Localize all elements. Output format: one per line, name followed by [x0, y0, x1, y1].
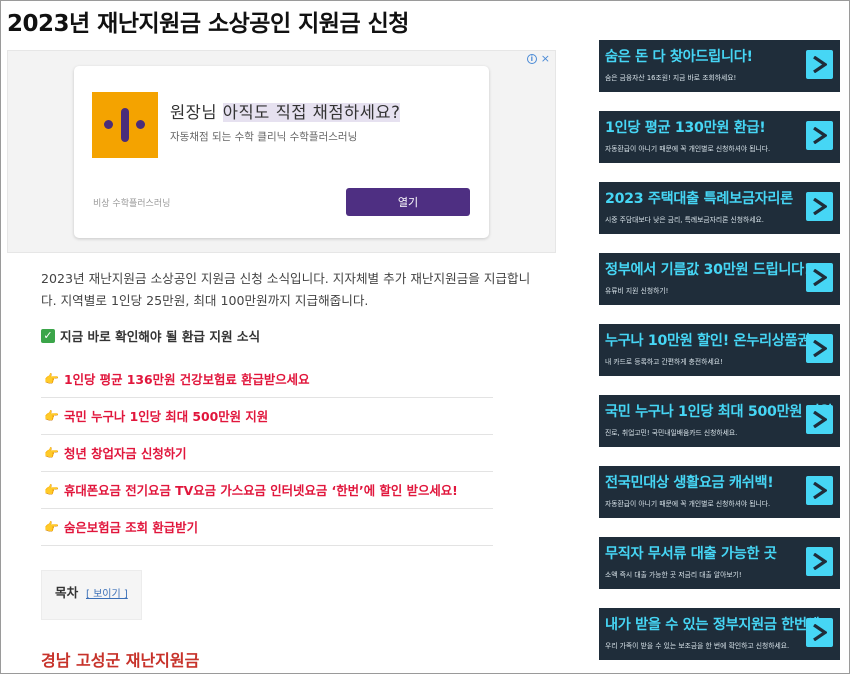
link-youth-startup[interactable]: 청년 창업자금 신청하기	[64, 444, 187, 462]
list-item: 👉 청년 창업자금 신청하기	[41, 435, 493, 472]
arrow-right-icon[interactable]	[806, 334, 833, 363]
app-logo-icon[interactable]	[92, 92, 158, 158]
arrow-right-icon[interactable]	[806, 263, 833, 292]
banner-subtitle: 소액 즉시 대출 가능한 곳 저금리 대출 알아보기!	[605, 571, 742, 579]
banner-title: 정부에서 기름값 30만원 드립니다!	[605, 262, 811, 278]
logo-bar	[121, 108, 129, 142]
ad-headline-pre: 원장님	[170, 103, 223, 122]
pointing-hand-icon: 👉	[44, 446, 59, 460]
ad-headline-highlight: 아직도 직접 채점하세요?	[222, 103, 401, 122]
page-title: 2023년 재난지원금 소상공인 지원금 신청	[7, 11, 409, 37]
arrow-right-icon[interactable]	[806, 50, 833, 79]
banner-subtitle: 유류비 지원 신청하기!	[605, 287, 669, 295]
link-bill-discount[interactable]: 휴대폰요금 전기요금 TV요금 가스요금 인터넷요금 ‘한번’에 할인 받으세요…	[64, 481, 458, 499]
banner-ad[interactable]: 내가 받을 수 있는 정부지원금 한번에! 우리 가족이 받을 수 있는 보조금…	[599, 608, 840, 660]
banner-ad[interactable]: 2023 주택대출 특례보금자리론 시중 주담대보다 낮은 금리, 특례보금자리…	[599, 182, 840, 234]
ad-close-icon[interactable]: ×	[541, 52, 550, 65]
logo-dot-left	[104, 120, 113, 129]
list-item: 👉 1인당 평균 136만원 건강보험료 환급받으세요	[41, 361, 493, 398]
banner-title: 국민 누구나 1인당 최대 500만원 지원	[605, 404, 833, 420]
banner-title: 내가 받을 수 있는 정부지원금 한번에!	[605, 617, 826, 633]
banner-title: 무직자 무서류 대출 가능한 곳	[605, 546, 777, 562]
banner-ad[interactable]: 무직자 무서류 대출 가능한 곳 소액 즉시 대출 가능한 곳 저금리 대출 알…	[599, 537, 840, 589]
arrow-right-icon[interactable]	[806, 618, 833, 647]
arrow-right-icon[interactable]	[806, 547, 833, 576]
banner-subtitle: 시중 주담대보다 낮은 금리, 특례보금자리론 신청하세요.	[605, 216, 764, 224]
arrow-right-icon[interactable]	[806, 192, 833, 221]
banner-subtitle: 우리 가족이 받을 수 있는 보조금을 한 번에 확인하고 신청하세요.	[605, 642, 790, 650]
ad-info-icon[interactable]: i	[526, 53, 537, 64]
arrow-right-icon[interactable]	[806, 121, 833, 150]
banner-subtitle: 내 카드로 등록하고 간편하게 충전하세요!	[605, 358, 723, 366]
toc-title: 목차	[55, 585, 79, 600]
ad-subtitle: 자동채점 되는 수학 클리닉 수학플러스러닝	[170, 131, 358, 143]
banner-title: 전국민대상 생활요금 캐쉬백!	[605, 475, 774, 491]
banner-ad[interactable]: 누구나 10만원 할인! 온누리상품권 내 카드로 등록하고 간편하게 충전하세…	[599, 324, 840, 376]
link-health-insurance-refund[interactable]: 1인당 평균 136만원 건강보험료 환급받으세요	[64, 370, 310, 388]
ad-advertiser[interactable]: 비상 수학플러스러닝	[93, 196, 170, 209]
section-heading: 경남 고성군 재난지원금	[41, 651, 200, 670]
notice-heading: ✓ 지금 바로 확인해야 될 환급 지원 소식	[41, 326, 260, 345]
list-item: 👉 휴대폰요금 전기요금 TV요금 가스요금 인터넷요금 ‘한번’에 할인 받으세…	[41, 472, 493, 509]
banner-ad[interactable]: 숨은 돈 다 찾아드립니다! 숨은 금융자산 16조원! 지금 바로 조회하세요…	[599, 40, 840, 92]
pointing-hand-icon: 👉	[44, 409, 59, 423]
pointing-hand-icon: 👉	[44, 372, 59, 386]
banner-ad[interactable]: 정부에서 기름값 30만원 드립니다! 유류비 지원 신청하기!	[599, 253, 840, 305]
notice-label: 지금 바로 확인해야 될 환급 지원 소식	[60, 329, 261, 344]
banner-subtitle: 자동환급이 아니기 때문에 꼭 개인별로 신청하셔야 됩니다.	[605, 145, 771, 153]
toc-toggle-link[interactable]: [ 보이기 ]	[86, 585, 128, 600]
banner-ad[interactable]: 1인당 평균 130만원 환급! 자동환급이 아니기 때문에 꼭 개인별로 신청…	[599, 111, 840, 163]
list-item: 👉 숨은보험금 조회 환급받기	[41, 509, 493, 546]
pointing-hand-icon: 👉	[44, 520, 59, 534]
intro-text: 2023년 재난지원금 소상공인 지원금 신청 소식입니다. 지자체별 추가 재…	[41, 271, 531, 308]
check-icon: ✓	[41, 328, 55, 343]
banner-title: 숨은 돈 다 찾아드립니다!	[605, 49, 753, 65]
ad-box[interactable]: i × 원장님 아직도 직접 채점하세요? 자동채점 되는 수학 클리닉 수학플…	[7, 50, 556, 253]
link-hidden-insurance[interactable]: 숨은보험금 조회 환급받기	[64, 518, 198, 536]
banner-subtitle: 숨은 금융자산 16조원! 지금 바로 조회하세요!	[605, 74, 737, 82]
banner-subtitle: 자동환급이 아니기 때문에 꼭 개인별로 신청하셔야 됩니다.	[605, 500, 771, 508]
banner-subtitle: 진로, 취업고민! 국민내일배움카드 신청하세요.	[605, 429, 738, 437]
banner-ad[interactable]: 국민 누구나 1인당 최대 500만원 지원 진로, 취업고민! 국민내일배움카…	[599, 395, 840, 447]
link-list: 👉 1인당 평균 136만원 건강보험료 환급받으세요 👉 국민 누구나 1인당 최…	[41, 361, 493, 546]
link-national-support[interactable]: 국민 누구나 1인당 최대 500만원 지원	[64, 407, 268, 425]
banner-ad[interactable]: 전국민대상 생활요금 캐쉬백! 자동환급이 아니기 때문에 꼭 개인별로 신청하…	[599, 466, 840, 518]
arrow-right-icon[interactable]	[806, 476, 833, 505]
ad-open-button[interactable]: 열기	[346, 188, 470, 216]
ad-headline[interactable]: 원장님 아직도 직접 채점하세요?	[170, 99, 401, 123]
banner-title: 누구나 10만원 할인! 온누리상품권	[605, 333, 811, 349]
list-item: 👉 국민 누구나 1인당 최대 500만원 지원	[41, 398, 493, 435]
ad-card[interactable]: 원장님 아직도 직접 채점하세요? 자동채점 되는 수학 클리닉 수학플러스러닝…	[74, 66, 489, 238]
pointing-hand-icon: 👉	[44, 483, 59, 497]
ad-controls[interactable]: i ×	[526, 52, 550, 65]
banner-sidebar: 숨은 돈 다 찾아드립니다! 숨은 금융자산 16조원! 지금 바로 조회하세요…	[599, 40, 840, 674]
table-of-contents: 목차 [ 보이기 ]	[41, 570, 142, 620]
logo-dot-right	[136, 120, 145, 129]
banner-title: 2023 주택대출 특례보금자리론	[605, 191, 793, 207]
arrow-right-icon[interactable]	[806, 405, 833, 434]
banner-title: 1인당 평균 130만원 환급!	[605, 120, 766, 136]
